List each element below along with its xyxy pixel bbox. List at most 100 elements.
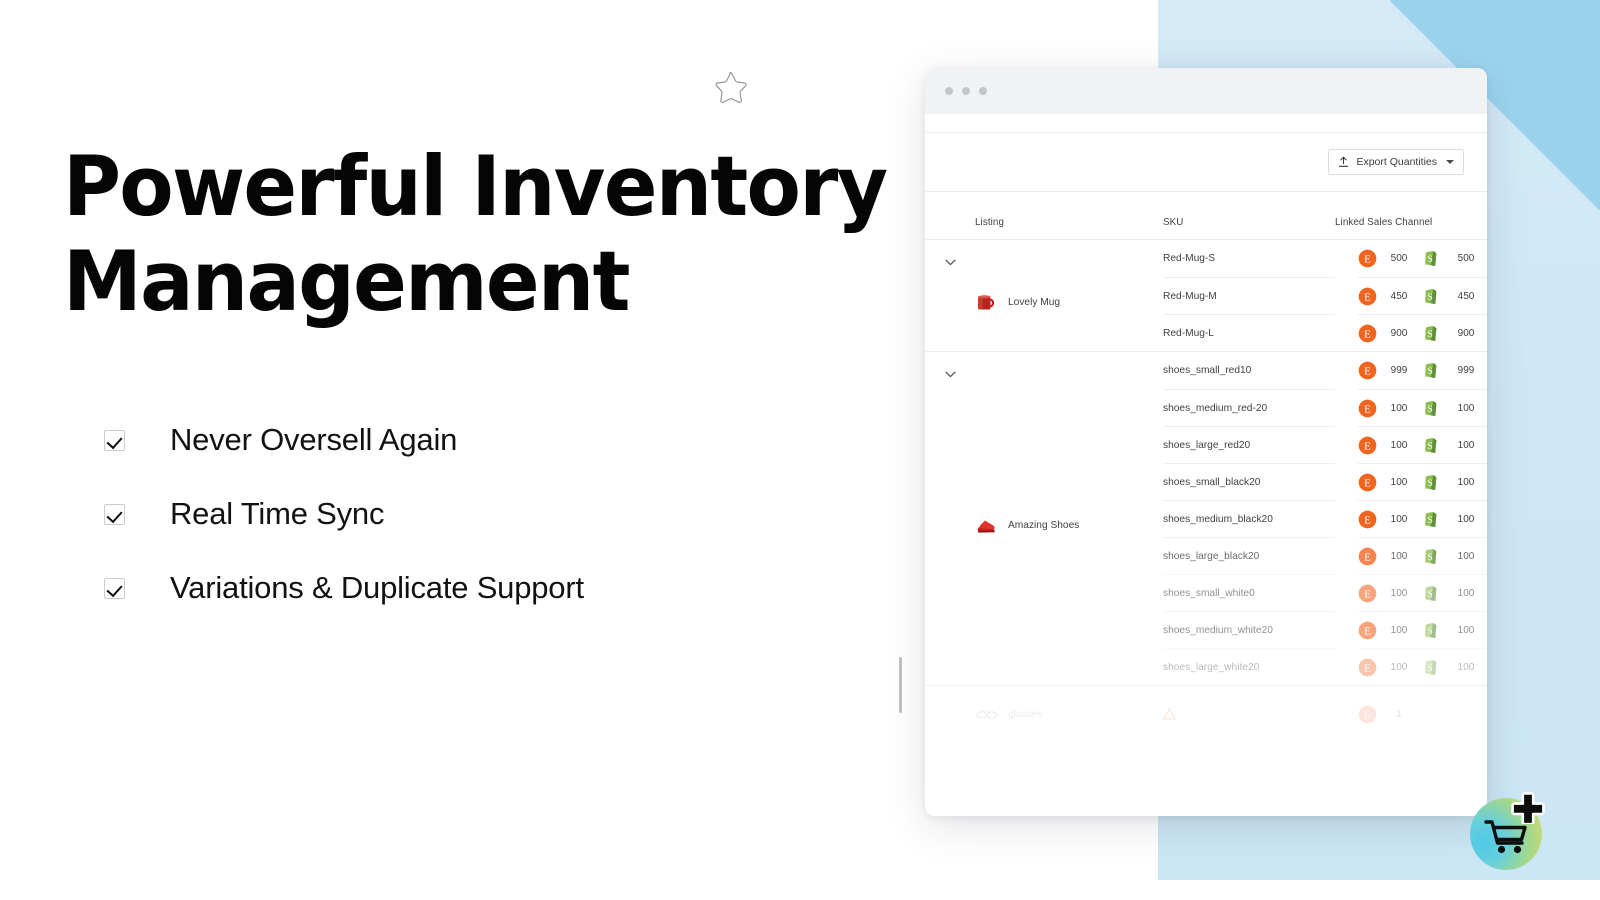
svg-text:S: S	[1427, 255, 1432, 265]
table-row[interactable]: shoes_medium_red-20 E 100 S 100	[1163, 389, 1487, 426]
etsy-logo-icon: E	[1358, 249, 1377, 268]
svg-text:S: S	[1427, 478, 1432, 488]
listing-cell[interactable]: Amazing Shoes	[975, 365, 1079, 685]
etsy-quantity: 100	[1390, 439, 1408, 451]
shopify-quantity: 999	[1457, 365, 1475, 376]
chevron-down-icon	[944, 259, 956, 266]
etsy-logo-icon: E	[1358, 399, 1377, 417]
listing-name: Lovely Mug	[1008, 297, 1061, 308]
warning-triangle-icon	[1163, 708, 1176, 720]
channel-cell: E 100 S 100	[1358, 648, 1487, 685]
etsy-quantity: 900	[1390, 327, 1408, 339]
variation-rows: Red-Mug-S E 500 S 500 Red-Mug-M E 450 S …	[1163, 240, 1487, 351]
etsy-quantity-partial: 1	[1396, 708, 1402, 720]
table-row[interactable]: shoes_large_red20 E 100 S 100	[1163, 426, 1487, 463]
shopify-logo-icon: S	[1425, 400, 1437, 416]
shopify-quantity: 100	[1457, 624, 1475, 636]
table-row[interactable]: Red-Mug-L E 900 S 900	[1163, 314, 1487, 351]
listing-group: Amazing Shoes shoes_small_red10 E 999 S …	[925, 352, 1487, 686]
listing-cell[interactable]: glasses	[975, 702, 1163, 726]
table-row[interactable]: shoes_medium_white20 E 100 S 100	[1163, 611, 1487, 648]
shopify-quantity: 900	[1457, 327, 1475, 339]
etsy-quantity: 450	[1390, 290, 1408, 302]
etsy-quantity: 100	[1390, 587, 1408, 599]
etsy-quantity: 100	[1390, 624, 1408, 636]
checkbox-checked-icon[interactable]	[104, 429, 125, 451]
table-row[interactable]: shoes_small_red10 E 999 S 999	[1163, 352, 1487, 389]
table-row[interactable]: Red-Mug-M E 450 S 450	[1163, 277, 1487, 314]
shopify-logo-icon: S	[1425, 474, 1437, 490]
checkbox-checked-icon[interactable]	[104, 577, 125, 599]
maximize-dot-icon[interactable]	[979, 87, 987, 95]
variation-rows: shoes_small_red10 E 999 S 999 shoes_medi…	[1163, 352, 1487, 685]
table-row[interactable]: shoes_medium_black20 E 100 S 100	[1163, 500, 1487, 537]
svg-text:E: E	[1364, 588, 1371, 600]
app-window: Export Quantities Listing SKU Linked Sal…	[925, 68, 1487, 816]
svg-text:S: S	[1427, 663, 1432, 673]
page-title-line-1: Powerful Inventory	[63, 138, 888, 235]
glasses-thumbnail	[975, 703, 998, 726]
shopify-logo-icon: S	[1425, 362, 1437, 379]
feature-label: Never Oversell Again	[170, 422, 458, 457]
export-quantities-label: Export Quantities	[1356, 156, 1437, 168]
sku-value: Red-Mug-M	[1163, 277, 1335, 314]
listing-name: Amazing Shoes	[1008, 520, 1080, 531]
svg-text:E: E	[1364, 477, 1371, 489]
shopify-logo-icon: S	[1425, 288, 1437, 304]
svg-text:E: E	[1364, 551, 1371, 563]
etsy-quantity: 100	[1390, 476, 1408, 488]
shopify-quantity: 100	[1457, 587, 1475, 599]
page-title-line-2: Management	[63, 232, 630, 330]
shopify-quantity: 100	[1457, 439, 1475, 451]
svg-text:E: E	[1364, 291, 1371, 303]
svg-text:S: S	[1427, 292, 1432, 302]
red-shoes-thumbnail	[975, 514, 998, 537]
etsy-quantity: 999	[1390, 365, 1408, 376]
table-row[interactable]: shoes_large_black20 E 100 S 100	[1163, 537, 1487, 574]
table-row[interactable]: shoes_small_white0 E 100 S 100	[1163, 574, 1487, 611]
sku-value: Red-Mug-S	[1163, 253, 1216, 264]
svg-text:S: S	[1427, 441, 1432, 451]
export-quantities-button[interactable]: Export Quantities	[1328, 149, 1464, 175]
svg-text:E: E	[1364, 662, 1371, 674]
window-titlebar	[925, 68, 1487, 114]
table-header-row: Listing SKU Linked Sales Channel	[925, 192, 1487, 240]
listing-cell[interactable]: Lovely Mug	[975, 253, 1060, 351]
etsy-quantity: 100	[1390, 550, 1408, 562]
etsy-logo-icon: E	[1358, 547, 1377, 565]
sku-value: shoes_small_red10	[1163, 365, 1252, 376]
vertical-scroll-indicator[interactable]	[899, 657, 902, 713]
group-toggle-button[interactable]	[925, 253, 975, 351]
sku-value: Red-Mug-L	[1163, 314, 1335, 351]
plus-icon[interactable]	[1511, 790, 1545, 824]
channel-cell-partial: E 1	[1358, 705, 1487, 724]
shopify-quantity: 100	[1457, 476, 1475, 488]
shopify-logo-icon: S	[1425, 437, 1437, 453]
group-toggle-button[interactable]	[925, 365, 975, 685]
shopify-quantity: 100	[1457, 661, 1475, 673]
checkbox-checked-icon[interactable]	[104, 503, 125, 525]
table-row[interactable]: shoes_large_white20 E 100 S 100	[1163, 648, 1487, 685]
svg-text:E: E	[1364, 254, 1371, 266]
shopify-quantity: 450	[1457, 290, 1475, 302]
close-dot-icon[interactable]	[945, 87, 953, 95]
minimize-dot-icon[interactable]	[962, 87, 970, 95]
listing-group: Lovely Mug Red-Mug-S E 500 S 500 Red-Mug…	[925, 240, 1487, 352]
table-row[interactable]: Red-Mug-S E 500 S 500	[1163, 240, 1487, 277]
feature-item-never-oversell: Never Oversell Again	[104, 403, 584, 477]
listing-group-partial[interactable]: glasses E 1	[925, 686, 1487, 742]
etsy-quantity: 100	[1390, 402, 1408, 414]
etsy-quantity: 100	[1390, 661, 1408, 673]
sku-value: shoes_large_red20	[1163, 426, 1335, 463]
table-row[interactable]: shoes_small_black20 E 100 S 100	[1163, 463, 1487, 500]
etsy-logo-icon: E	[1358, 705, 1377, 723]
etsy-quantity: 100	[1390, 513, 1408, 525]
etsy-logo-icon: E	[1358, 658, 1377, 676]
shopify-logo-icon: S	[1425, 325, 1437, 341]
shopify-quantity: 100	[1457, 550, 1475, 562]
svg-text:S: S	[1427, 626, 1432, 636]
sku-cell-partial	[1163, 708, 1335, 720]
table-header-linked-sales-channel: Linked Sales Channel	[1335, 217, 1433, 228]
etsy-quantity: 500	[1390, 253, 1408, 264]
svg-text:S: S	[1427, 552, 1432, 562]
